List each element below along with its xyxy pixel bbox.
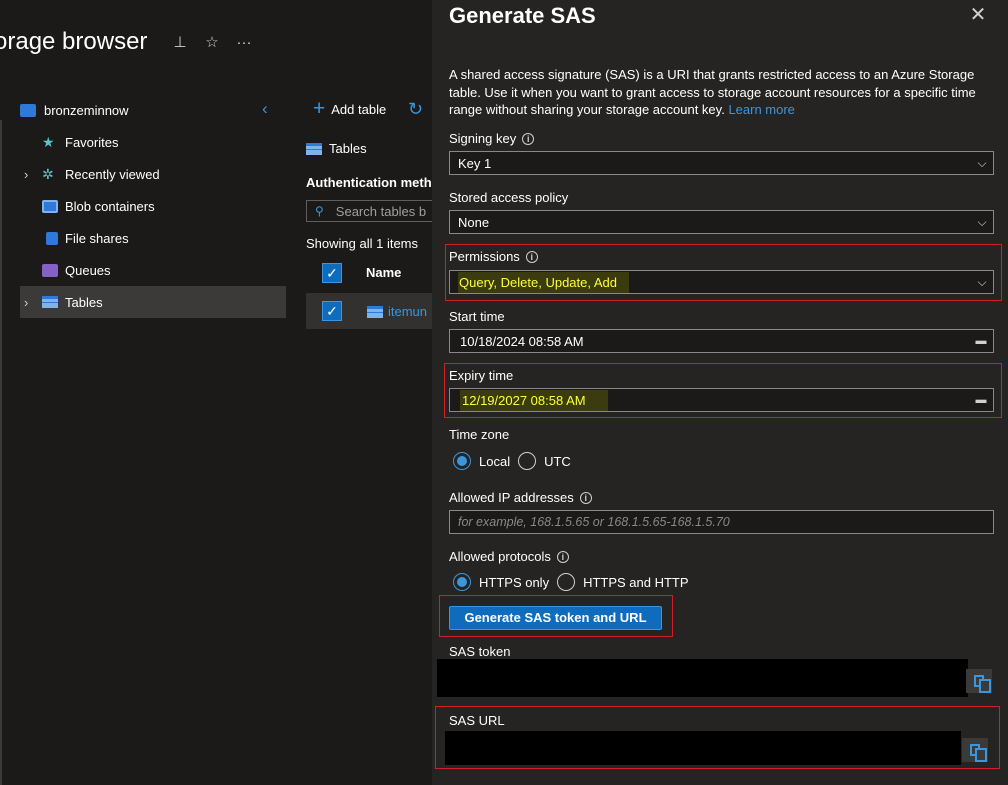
info-icon[interactable]: i — [522, 132, 535, 145]
favorites-icon: ★ — [42, 133, 55, 150]
copy-token-button[interactable] — [966, 669, 992, 693]
select-all-checkbox[interactable]: ✓ — [322, 263, 342, 283]
storage-account-label: bronzeminnow — [44, 102, 129, 118]
radio-label-https-only: HTTPS only — [479, 574, 550, 590]
time-zone-label: Time zone — [449, 427, 510, 442]
row-checkbox[interactable]: ✓ — [322, 301, 342, 321]
allowed-protocols-label: Allowed protocols i — [449, 549, 569, 564]
sidebar-item-file-shares[interactable]: File shares — [20, 222, 286, 254]
calendar-icon[interactable]: ▬ — [969, 335, 993, 347]
chevron-down-icon: ⌵ — [977, 155, 987, 170]
table-name-link[interactable]: itemun — [388, 304, 427, 319]
radio-utc[interactable] — [518, 452, 537, 470]
panel-title: Generate SAS — [449, 3, 596, 28]
stored-access-policy-dropdown[interactable]: None ⌵ — [449, 210, 994, 234]
info-icon[interactable]: i — [579, 491, 592, 504]
file-shares-icon — [46, 231, 58, 245]
annotation-box-expiry — [444, 363, 1002, 418]
add-table-label: Add table — [331, 101, 387, 117]
allowed-ip-input[interactable]: for example, 168.1.5.65 or 168.1.5.65-16… — [449, 510, 994, 534]
sidebar-item-label: File shares — [65, 230, 129, 246]
start-time-label: Start time — [449, 309, 505, 324]
storage-account-item[interactable]: bronzeminnow — [20, 101, 129, 119]
table-icon — [367, 306, 383, 318]
signing-key-dropdown[interactable]: Key 1 ⌵ — [449, 151, 994, 175]
chevron-down-icon: ⌵ — [977, 214, 987, 229]
sidebar-divider — [0, 120, 2, 785]
sidebar-item-tables[interactable]: › Tables — [20, 286, 286, 318]
star-icon[interactable]: ☆ — [204, 34, 220, 52]
sas-token-field[interactable] — [437, 659, 968, 697]
panel-description: A shared access signature (SAS) is a URI… — [449, 66, 997, 119]
queues-icon — [42, 263, 58, 277]
items-count: Showing all 1 items — [306, 236, 418, 251]
search-placeholder: Search tables b — [335, 203, 427, 219]
radio-label-local: Local — [479, 453, 511, 469]
annotation-box-sas-url — [435, 706, 1000, 769]
protocols-radio-group: HTTPS only HTTPS and HTTP — [453, 573, 697, 591]
storage-account-icon — [20, 103, 36, 117]
breadcrumb: Tables — [306, 141, 367, 156]
sidebar-item-label: Favorites — [65, 134, 119, 150]
start-time-input[interactable]: 10/18/2024 08:58 AM ▬ — [449, 329, 994, 353]
radio-label-utc: UTC — [544, 453, 571, 469]
blob-containers-icon — [42, 199, 58, 213]
sas-token-label: SAS token — [449, 644, 511, 659]
sidebar-item-recently-viewed[interactable]: › ✲ Recently viewed — [20, 158, 286, 190]
sidebar-item-favorites[interactable]: ★ Favorites — [20, 126, 286, 158]
description-text: A shared access signature (SAS) is a URI… — [449, 67, 976, 117]
sidebar-item-queues[interactable]: Queues — [20, 254, 286, 286]
sidebar-item-label: Queues — [65, 262, 111, 278]
breadcrumb-label: Tables — [329, 141, 367, 156]
radio-https-only[interactable] — [453, 573, 471, 591]
radio-local[interactable] — [453, 452, 471, 470]
recently-viewed-icon: ✲ — [42, 165, 54, 182]
refresh-icon[interactable]: ↻ — [408, 99, 426, 119]
time-zone-radio-group: Local UTC — [453, 452, 579, 470]
search-icon: ⚲ — [315, 204, 324, 218]
radio-https-and-http[interactable] — [557, 573, 576, 591]
allowed-ip-label: Allowed IP addresses i — [449, 490, 592, 505]
add-table-button[interactable]: + Add table — [313, 97, 387, 120]
collapse-sidebar-chevron-icon[interactable]: ‹ — [262, 100, 274, 118]
column-header-name[interactable]: Name — [366, 265, 401, 280]
plus-icon: + — [313, 97, 326, 120]
page-title: orage browser — [0, 28, 148, 55]
sidebar-item-label: Recently viewed — [65, 166, 160, 182]
sidebar-item-label: Tables — [65, 294, 103, 310]
radio-label-https-and-http: HTTPS and HTTP — [583, 574, 689, 590]
pin-icon[interactable]: ⊥ — [172, 34, 188, 52]
tables-icon — [42, 296, 58, 308]
authentication-method-label: Authentication metho — [306, 175, 440, 190]
info-icon[interactable]: i — [556, 550, 569, 563]
expand-chevron-icon[interactable]: › — [24, 167, 36, 182]
signing-key-label: Signing key i — [449, 131, 535, 146]
annotation-box-generate — [439, 595, 673, 637]
sidebar-item-blob-containers[interactable]: Blob containers — [20, 190, 286, 222]
sidebar-item-label: Blob containers — [65, 198, 155, 214]
expand-chevron-icon[interactable]: › — [24, 295, 36, 310]
annotation-box-permissions — [445, 244, 1002, 301]
learn-more-link[interactable]: Learn more — [728, 102, 794, 117]
more-icon[interactable]: ··· — [236, 34, 252, 52]
tables-icon — [306, 142, 322, 155]
copy-icon — [974, 675, 991, 693]
close-icon[interactable]: ✕ — [968, 4, 988, 26]
stored-access-policy-label: Stored access policy — [449, 190, 569, 205]
